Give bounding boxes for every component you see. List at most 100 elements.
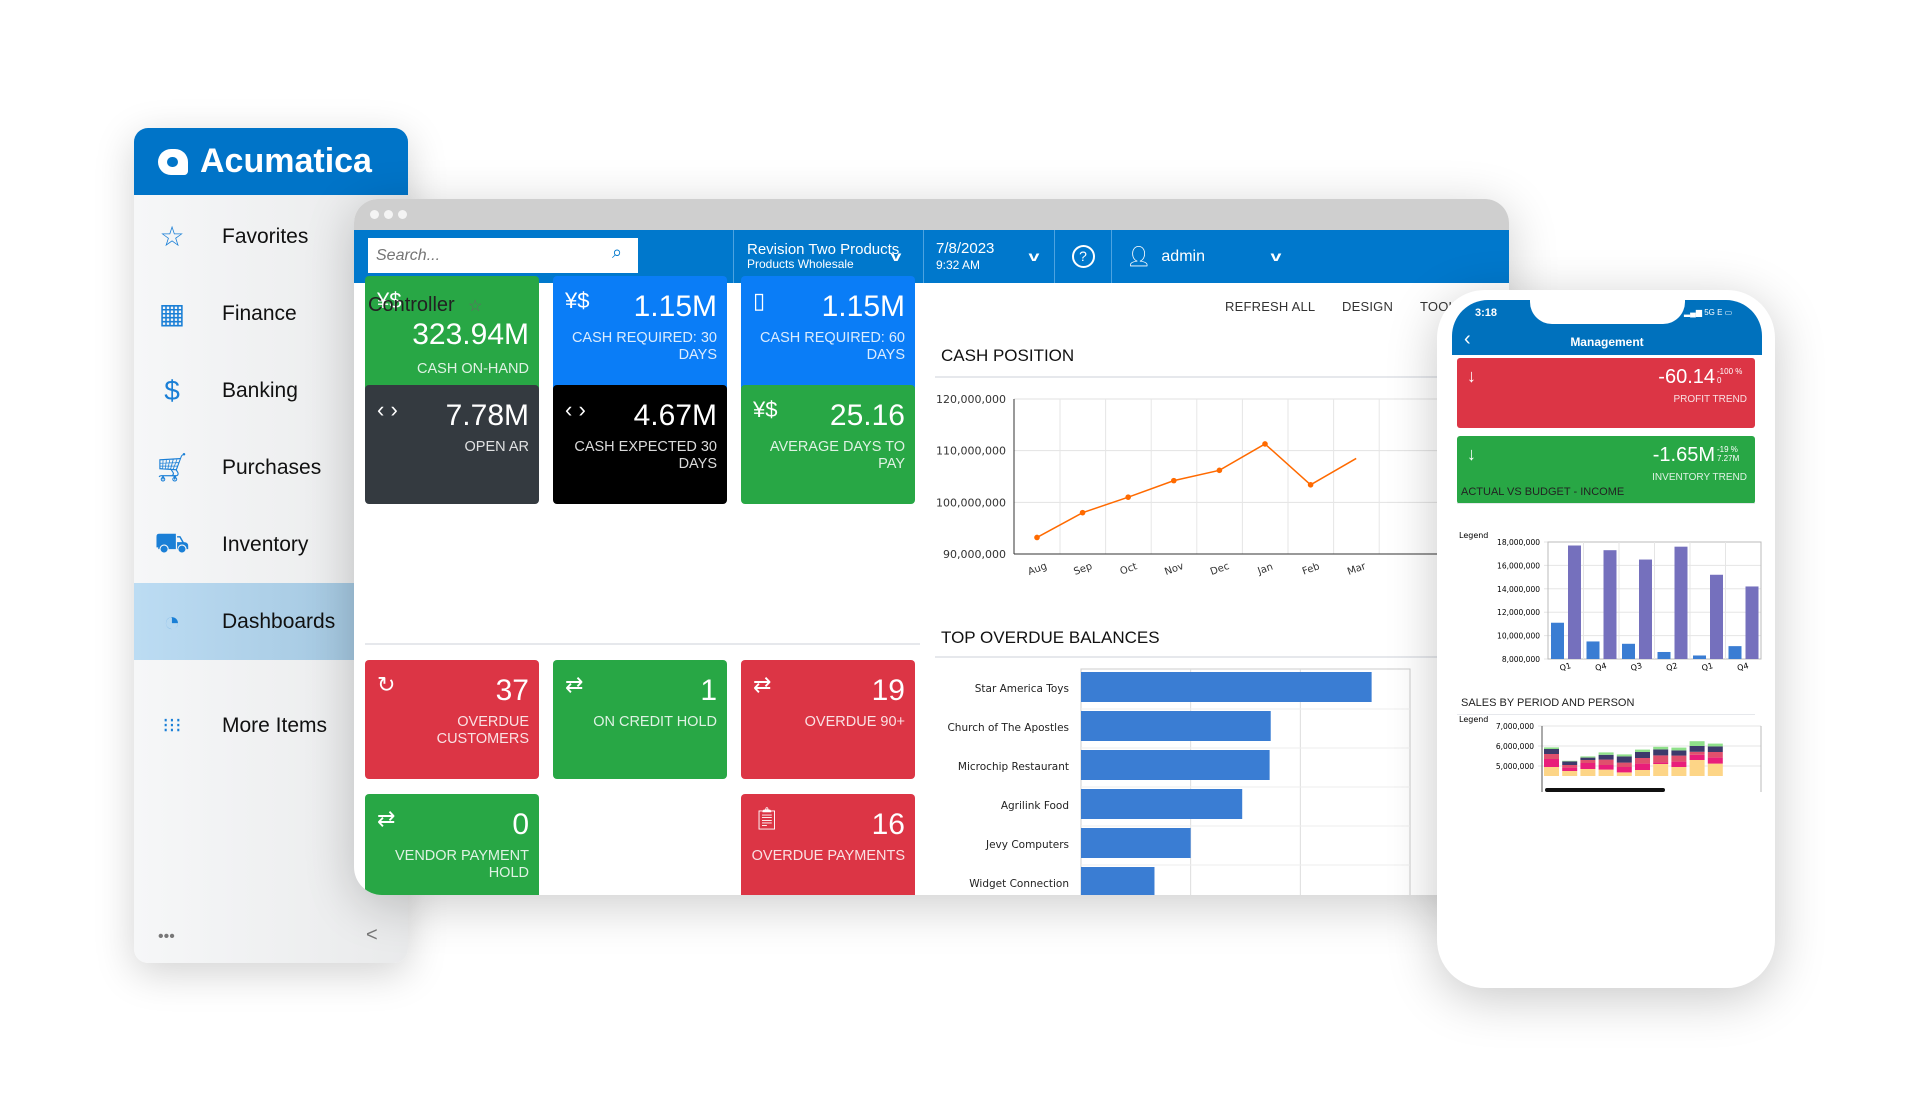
sales-bar-segment (1635, 763, 1650, 770)
kpi-tile[interactable]: ⇄ 0 VENDOR PAYMENT HOLD (365, 794, 539, 895)
star-icon: ☆ (159, 221, 185, 252)
sales-bar-segment (1562, 760, 1578, 762)
section-divider (365, 643, 920, 645)
category-label: Microchip Restaurant (958, 761, 1069, 773)
sales-bar-segment (1544, 767, 1559, 776)
tile-label: CASH EXPECTED 30 DAYS (574, 439, 717, 472)
kpi-tile[interactable]: 📋︎ 16 OVERDUE PAYMENTS (741, 794, 915, 895)
kpi-tile[interactable]: ⇄ 19 OVERDUE 90+ (741, 660, 915, 779)
home-indicator[interactable] (1545, 788, 1665, 792)
kpi-tile[interactable]: ¥$ 1.15M CASH REQUIRED: 30 DAYS (553, 276, 727, 395)
tile-label: CASH ON-HAND (417, 361, 529, 377)
y-tick-label: 10,000,000 (1497, 632, 1540, 641)
tile-value: 1.15M (821, 290, 905, 323)
y-tick-label: 7,000,000 (1496, 722, 1534, 731)
data-point (1125, 494, 1131, 500)
x-tick-label: Q4 (1736, 661, 1749, 673)
search-input[interactable] (368, 238, 638, 273)
sales-bar-segment (1689, 760, 1705, 776)
collapse-sidebar-button[interactable]: < (366, 924, 378, 947)
category-label: Church of The Apostles (947, 722, 1069, 734)
sales-bar-segment (1562, 767, 1578, 771)
data-point (1034, 534, 1040, 541)
gauge-icon: ◔ (163, 605, 181, 637)
sales-bar-segment (1689, 751, 1705, 755)
tile-delta: -100 % 0 (1717, 367, 1743, 385)
kpi-tile[interactable]: ▯ 1.15M CASH REQUIRED: 60 DAYS (741, 276, 915, 395)
kpi-tile[interactable]: ⇄ 1 ON CREDIT HOLD (553, 660, 727, 779)
date-selector[interactable]: 7/8/2023 9:32 AM v (923, 230, 1054, 283)
sales-bar-segment (1616, 756, 1632, 763)
tile-label: OVERDUE PAYMENTS (751, 848, 905, 864)
sales-bar-segment (1580, 760, 1596, 763)
y-tick-label: 14,000,000 (1497, 585, 1540, 594)
tile-value: 1.15M (633, 290, 717, 323)
sales-bar-segment (1616, 762, 1632, 767)
category-label: Widget Connection (969, 878, 1069, 890)
legend-label: Legend (1459, 716, 1488, 724)
sales-by-period-title: SALES BY PERIOD AND PERSON (1461, 697, 1635, 709)
sales-bar-segment (1707, 746, 1723, 752)
income-bar (1639, 559, 1652, 659)
sales-bar-segment (1671, 767, 1687, 776)
x-tick-label: Dec (1209, 561, 1231, 578)
tile-value: 19 (871, 674, 905, 707)
currency-icon: ¥$ (753, 397, 778, 422)
x-tick-label: Nov (1163, 561, 1185, 578)
y-tick-label: 18,000,000 (1497, 538, 1540, 547)
user-menu[interactable]: 👤︎ admin v (1111, 230, 1311, 283)
tile-label: OVERDUE CUSTOMERS (436, 714, 529, 747)
kpi-tile[interactable]: ¥$ 25.16 AVERAGE DAYS TO PAY (741, 385, 915, 504)
income-bar (1710, 574, 1723, 659)
sales-bar-segment (1616, 767, 1632, 773)
refresh-all-button[interactable]: REFRESH ALL (1225, 299, 1315, 314)
sales-bar-segment (1671, 747, 1687, 751)
dollar-icon: $ (164, 374, 180, 406)
profit-trend-tile[interactable]: ↓ -60.14 -100 % 0 PROFIT TREND (1457, 358, 1755, 428)
income-bar (1551, 622, 1564, 659)
phone-notch (1530, 300, 1685, 324)
x-tick-label: Jan (1255, 562, 1274, 578)
sales-bar-segment (1707, 757, 1723, 764)
section-divider (1457, 503, 1755, 504)
tile-delta: -19 % 7.27M (1717, 445, 1740, 463)
chevron-down-icon: v (1270, 248, 1282, 264)
data-point (1307, 481, 1314, 488)
sales-bar-segment (1707, 752, 1723, 758)
more-dots-button[interactable]: ••• (158, 928, 175, 946)
x-tick-label: Oct (1119, 561, 1139, 577)
section-divider (1457, 714, 1755, 715)
sales-bar-segment (1598, 765, 1614, 770)
sales-bar-segment (1598, 752, 1614, 755)
kpi-tile[interactable]: ‹ › 4.67M CASH EXPECTED 30 DAYS (553, 385, 727, 504)
company-name: Revision Two Products (747, 240, 900, 258)
window-dot (398, 210, 407, 219)
sales-bar-segment (1598, 754, 1614, 760)
acumatica-logo-icon (158, 148, 188, 175)
phone-clock: 3:18 (1475, 307, 1498, 319)
y-tick-label: 16,000,000 (1497, 561, 1540, 570)
tile-label: PROFIT TREND (1673, 394, 1747, 405)
favorite-star-icon[interactable]: ☆ (468, 296, 482, 316)
x-tick-label: Mar (1346, 561, 1368, 578)
branch-name: Products Wholesale (747, 256, 854, 271)
code-icon: ‹ › (565, 397, 586, 422)
sales-bar-segment (1635, 758, 1650, 764)
sales-bar-segment (1689, 754, 1705, 760)
tile-value: 323.94M (412, 318, 529, 351)
tile-value: 4.67M (633, 399, 717, 432)
kpi-tile[interactable]: ‹ › 7.78M OPEN AR (365, 385, 539, 504)
sales-bar-segment (1689, 741, 1705, 746)
category-label: Star America Toys (975, 683, 1069, 695)
sidebar-item-label: Finance (222, 301, 297, 325)
help-button[interactable]: ? (1054, 230, 1111, 283)
design-button[interactable]: DESIGN (1342, 299, 1393, 314)
search-icon[interactable]: ⌕ (612, 242, 622, 263)
tile-value: 7.78M (445, 399, 529, 432)
overdue-bar (1081, 672, 1372, 702)
sales-bar-segment (1562, 765, 1578, 768)
tile-label: OVERDUE 90+ (804, 714, 905, 730)
sales-bar-segment (1689, 746, 1705, 752)
sales-bar-segment (1671, 750, 1687, 756)
kpi-tile[interactable]: ↻ 37 OVERDUE CUSTOMERS (365, 660, 539, 779)
